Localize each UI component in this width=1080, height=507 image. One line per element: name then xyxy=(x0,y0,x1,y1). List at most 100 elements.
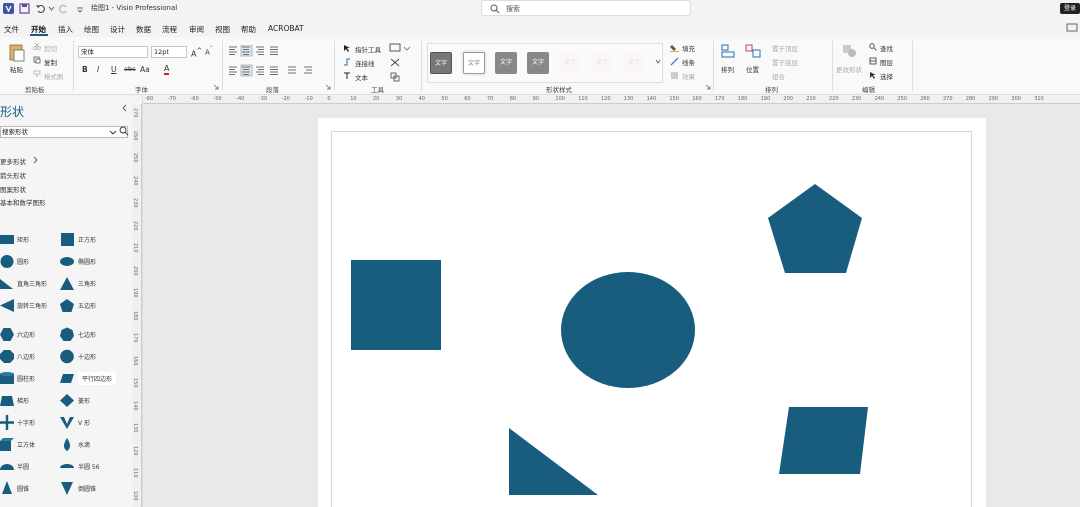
stencil-arrows[interactable]: 箭头形状 xyxy=(0,170,26,180)
stencil-item-label[interactable]: 半圆 56 xyxy=(78,462,100,471)
italic-button[interactable]: I xyxy=(97,65,99,74)
stencil-item-label[interactable]: 半圆 xyxy=(17,462,29,471)
fill-label[interactable]: 填充 xyxy=(682,43,695,53)
stencil-item-label[interactable]: 正方形 xyxy=(78,235,96,244)
redo-icon[interactable] xyxy=(58,3,69,14)
font-dialog-launcher-icon[interactable] xyxy=(213,84,219,90)
paragraph-buttons[interactable] xyxy=(228,45,318,79)
group-label[interactable]: 组合 xyxy=(772,71,785,81)
undo-icon[interactable] xyxy=(35,3,46,14)
position-icon[interactable] xyxy=(744,43,762,59)
change-shape-icon[interactable] xyxy=(841,43,859,59)
format-painter-icon[interactable] xyxy=(33,70,41,78)
style-swatch-4[interactable]: 文字 xyxy=(527,52,549,74)
menu-file[interactable]: 文件 xyxy=(4,24,19,35)
style-swatch-6[interactable]: 文字 xyxy=(591,52,613,74)
square-icon[interactable] xyxy=(60,232,75,247)
stencil-item-label[interactable]: 平行四边形 xyxy=(78,372,117,385)
stencil-item-label[interactable]: 水滴 xyxy=(78,440,90,449)
menu-process[interactable]: 流程 xyxy=(162,24,177,35)
menu-view[interactable]: 视图 xyxy=(215,24,230,35)
menu-draw[interactable]: 绘图 xyxy=(84,24,99,35)
stencil-item-label[interactable]: 圆柱形 xyxy=(17,374,35,383)
select-label[interactable]: 选择 xyxy=(880,71,893,81)
menu-design[interactable]: 设计 xyxy=(110,24,125,35)
circle-icon[interactable] xyxy=(0,254,15,269)
select-icon[interactable] xyxy=(869,71,877,79)
stencil-item-label[interactable]: 十边形 xyxy=(78,352,96,361)
gallery-more-icon[interactable] xyxy=(654,55,662,67)
menu-acrobat[interactable]: ACROBAT xyxy=(268,24,304,33)
find-icon[interactable] xyxy=(869,43,877,51)
shapes-search-icon[interactable] xyxy=(119,126,129,136)
style-swatch-5[interactable]: 文字 xyxy=(559,52,581,74)
line-icon[interactable] xyxy=(670,57,679,66)
stencil-item-label[interactable]: 菱形 xyxy=(78,396,90,405)
heptagon-icon[interactable] xyxy=(60,327,75,342)
change-case-button[interactable]: Aa xyxy=(140,65,150,74)
semicircle-56-icon[interactable] xyxy=(60,459,75,474)
change-shape-label[interactable]: 更改形状 xyxy=(836,64,862,74)
login-button[interactable]: 登录 xyxy=(1060,3,1080,14)
drop-icon[interactable] xyxy=(60,437,75,452)
send-back-label[interactable]: 置于底层 xyxy=(772,57,798,67)
stencil-item-label[interactable]: V 形 xyxy=(78,418,90,427)
stencil-patterns[interactable]: 图案形状 xyxy=(0,184,26,194)
stencil-item-label[interactable]: 倒圆锥 xyxy=(78,484,96,493)
inverted-cone-icon[interactable] xyxy=(60,481,75,496)
decagon-icon[interactable] xyxy=(60,349,75,364)
triangle-icon[interactable] xyxy=(60,276,75,291)
stencil-item-label[interactable]: 三角形 xyxy=(78,279,96,288)
font-color-button[interactable]: A xyxy=(164,64,170,75)
comments-icon[interactable] xyxy=(1066,23,1078,33)
format-painter-label[interactable]: 格式刷 xyxy=(44,71,64,81)
layers-icon[interactable] xyxy=(869,57,877,65)
more-shapes-link[interactable]: 更多形状 xyxy=(0,156,26,166)
arrange-label[interactable]: 排列 xyxy=(721,64,734,74)
ellipse-icon[interactable] xyxy=(60,254,75,269)
style-swatch-2[interactable]: 文字 xyxy=(463,52,485,74)
tool-shapes-icons[interactable] xyxy=(389,43,411,83)
search-box[interactable]: 搜索 xyxy=(481,0,691,16)
copy-icon[interactable] xyxy=(33,56,41,64)
grow-font-icon[interactable]: A^ xyxy=(191,47,202,59)
position-label[interactable]: 位置 xyxy=(746,64,759,74)
cross-icon[interactable] xyxy=(0,415,15,430)
text-tool-label[interactable]: 文本 xyxy=(355,72,368,82)
stencil-item-label[interactable]: 直角三角形 xyxy=(17,279,47,288)
diamond-icon[interactable] xyxy=(60,393,75,408)
parallelogram-icon[interactable] xyxy=(60,371,75,386)
font-name-field[interactable]: 宋体 xyxy=(78,46,148,58)
stencil-item-label[interactable]: 六边形 xyxy=(17,330,35,339)
rectangle-icon[interactable] xyxy=(0,232,15,247)
semicircle-icon[interactable] xyxy=(0,459,15,474)
style-swatch-3[interactable]: 文字 xyxy=(495,52,517,74)
shape-styles-dialog-launcher-icon[interactable] xyxy=(705,84,711,90)
octagon-icon[interactable] xyxy=(0,349,15,364)
bring-front-label[interactable]: 置于顶层 xyxy=(772,43,798,53)
hexagon-icon[interactable] xyxy=(0,327,15,342)
stencil-item-label[interactable]: 立方体 xyxy=(17,440,35,449)
trapezoid-icon[interactable] xyxy=(0,393,15,408)
arrange-icon[interactable] xyxy=(720,43,738,59)
collapse-pane-icon[interactable] xyxy=(121,104,129,112)
text-tool-icon[interactable] xyxy=(343,72,351,80)
menu-review[interactable]: 审阅 xyxy=(189,24,204,35)
pointer-tool-label[interactable]: 指针工具 xyxy=(355,44,381,54)
fill-icon[interactable] xyxy=(670,43,679,52)
cone-icon[interactable] xyxy=(0,481,15,496)
search-dropdown-icon[interactable] xyxy=(109,128,117,136)
stencil-item-label[interactable]: 十字形 xyxy=(17,418,35,427)
font-size-field[interactable]: 12pt xyxy=(151,46,187,58)
cube-icon[interactable] xyxy=(0,437,15,452)
pentagon-icon[interactable] xyxy=(60,298,75,313)
stencil-item-label[interactable]: 八边形 xyxy=(17,352,35,361)
style-swatch-1[interactable]: 文字 xyxy=(430,52,452,74)
find-label[interactable]: 查找 xyxy=(880,43,893,53)
stencil-item-label[interactable]: 矩形 xyxy=(17,235,29,244)
stencil-item-label[interactable]: 圆锥 xyxy=(17,484,29,493)
stencil-item-label[interactable]: 七边形 xyxy=(78,330,96,339)
undo-dropdown-icon[interactable] xyxy=(46,3,57,14)
pointer-tool-icon[interactable] xyxy=(343,44,351,52)
chevron-right-icon[interactable] xyxy=(32,156,39,164)
